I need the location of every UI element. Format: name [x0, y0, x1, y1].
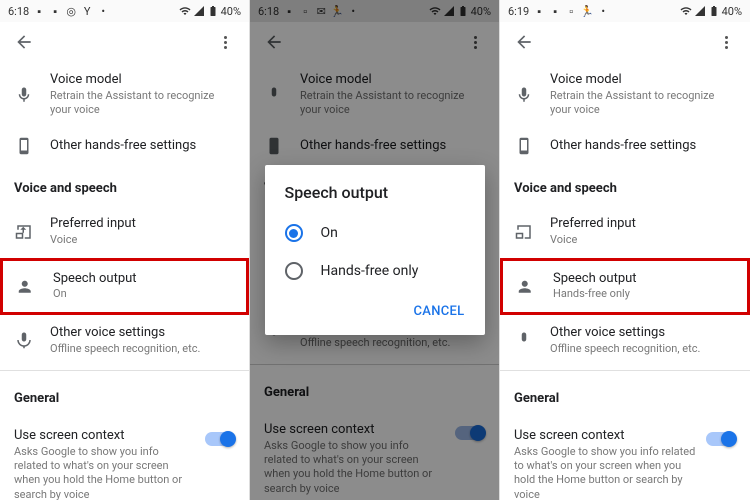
overflow-menu-button[interactable] [209, 26, 241, 58]
radio-selected-icon [285, 224, 303, 242]
notif-icon: ▪ [549, 5, 561, 17]
battery-icon [708, 5, 720, 17]
back-button[interactable] [8, 26, 40, 58]
status-bar: 6:18 ▪ ▪ ◎ Y • 40% [0, 0, 249, 22]
battery-percentage: 40% [722, 5, 742, 18]
row-subtitle: On [53, 287, 232, 301]
row-title: Other voice settings [50, 325, 235, 342]
cancel-button[interactable]: CANCEL [406, 298, 473, 325]
dialog-option-on[interactable]: On [265, 214, 485, 252]
app-bar [500, 22, 750, 62]
voice-settings-icon [514, 331, 534, 349]
divider [0, 370, 249, 371]
row-subtitle: Offline speech recognition, etc. [50, 342, 235, 356]
signal-icon [193, 5, 205, 17]
speech-output-dialog: Speech output On Hands-free only CANCEL [265, 165, 485, 335]
battery-percentage: 40% [221, 5, 241, 18]
general-header: General [500, 375, 750, 416]
screenshot-2: 6:18 ▪ ▫ ✉ 🏃 • 40% Voice modelRetrain th… [250, 0, 500, 500]
status-bar: 6:19 ▪ ▪ ▫ 🏃 • 40% [500, 0, 750, 22]
voice-model-row[interactable]: Voice modelRetrain the Assistant to reco… [500, 62, 750, 127]
wifi-icon [680, 5, 692, 17]
more-notif-icon: • [97, 5, 109, 17]
speech-output-row[interactable]: Speech outputHands-free only [500, 258, 750, 315]
option-label: On [321, 225, 338, 241]
divider [500, 370, 750, 371]
other-hands-free-row[interactable]: Other hands-free settings [500, 127, 750, 165]
voice-and-speech-header: Voice and speech [0, 165, 249, 206]
notif-icon: ▪ [533, 5, 545, 17]
notif-icon: ▪ [33, 5, 45, 17]
dialog-option-hands-free[interactable]: Hands-free only [265, 252, 485, 290]
preferred-input-row[interactable]: Preferred inputVoice [0, 206, 249, 257]
input-icon [14, 223, 34, 241]
battery-icon [207, 5, 219, 17]
mic-icon [514, 86, 534, 104]
voice-model-row[interactable]: Voice modelRetrain the Assistant to reco… [0, 62, 249, 127]
voice-settings-icon [14, 331, 34, 349]
dialog-title: Speech output [265, 183, 485, 214]
general-header: General [0, 375, 249, 416]
other-voice-settings-row[interactable]: Other voice settingsOffline speech recog… [0, 315, 249, 366]
clock: 6:19 [508, 5, 529, 18]
toggle-switch[interactable] [706, 432, 736, 446]
option-label: Hands-free only [321, 263, 419, 279]
more-notif-icon: • [597, 5, 609, 17]
row-subtitle: Retrain the Assistant to recognize your … [50, 89, 235, 118]
phone-settings-icon [14, 137, 34, 155]
notif-icon: ▪ [49, 5, 61, 17]
notif-icon: 🏃 [581, 5, 593, 17]
other-hands-free-row[interactable]: Other hands-free settings [0, 127, 249, 165]
other-voice-settings-row[interactable]: Other voice settingsOffline speech recog… [500, 315, 750, 366]
use-screen-context-row[interactable]: Use screen contextAsks Google to show yo… [500, 416, 750, 500]
screenshot-1: 6:18 ▪ ▪ ◎ Y • 40% Voice mod [0, 0, 250, 500]
signal-icon [694, 5, 706, 17]
notif-icon: Y [81, 5, 93, 17]
wifi-icon [179, 5, 191, 17]
person-speak-icon [17, 277, 37, 295]
row-title: Other hands-free settings [50, 138, 235, 155]
row-title: Voice model [50, 72, 235, 89]
row-title: Preferred input [50, 216, 235, 233]
back-button[interactable] [508, 26, 540, 58]
clock: 6:18 [8, 5, 29, 18]
radio-unselected-icon [285, 262, 303, 280]
person-speak-icon [517, 277, 537, 295]
row-subtitle: Asks Google to show you info related to … [14, 445, 195, 500]
app-bar [0, 22, 249, 62]
notif-icon: ▫ [565, 5, 577, 17]
input-icon [514, 223, 534, 241]
overflow-menu-button[interactable] [710, 26, 742, 58]
preferred-input-row[interactable]: Preferred inputVoice [500, 206, 750, 257]
row-title: Use screen context [14, 428, 195, 445]
mic-icon [14, 86, 34, 104]
use-screen-context-row[interactable]: Use screen contextAsks Google to show yo… [0, 416, 249, 500]
screenshot-3: 6:19 ▪ ▪ ▫ 🏃 • 40% Voice modelRetrain th… [500, 0, 750, 500]
row-title: Speech output [53, 271, 232, 288]
dialog-scrim[interactable]: Speech output On Hands-free only CANCEL [250, 0, 499, 500]
notif-icon: ◎ [65, 5, 77, 17]
row-subtitle: Voice [50, 233, 235, 247]
phone-settings-icon [514, 137, 534, 155]
speech-output-row[interactable]: Speech outputOn [0, 258, 249, 315]
toggle-switch[interactable] [205, 432, 235, 446]
voice-and-speech-header: Voice and speech [500, 165, 750, 206]
